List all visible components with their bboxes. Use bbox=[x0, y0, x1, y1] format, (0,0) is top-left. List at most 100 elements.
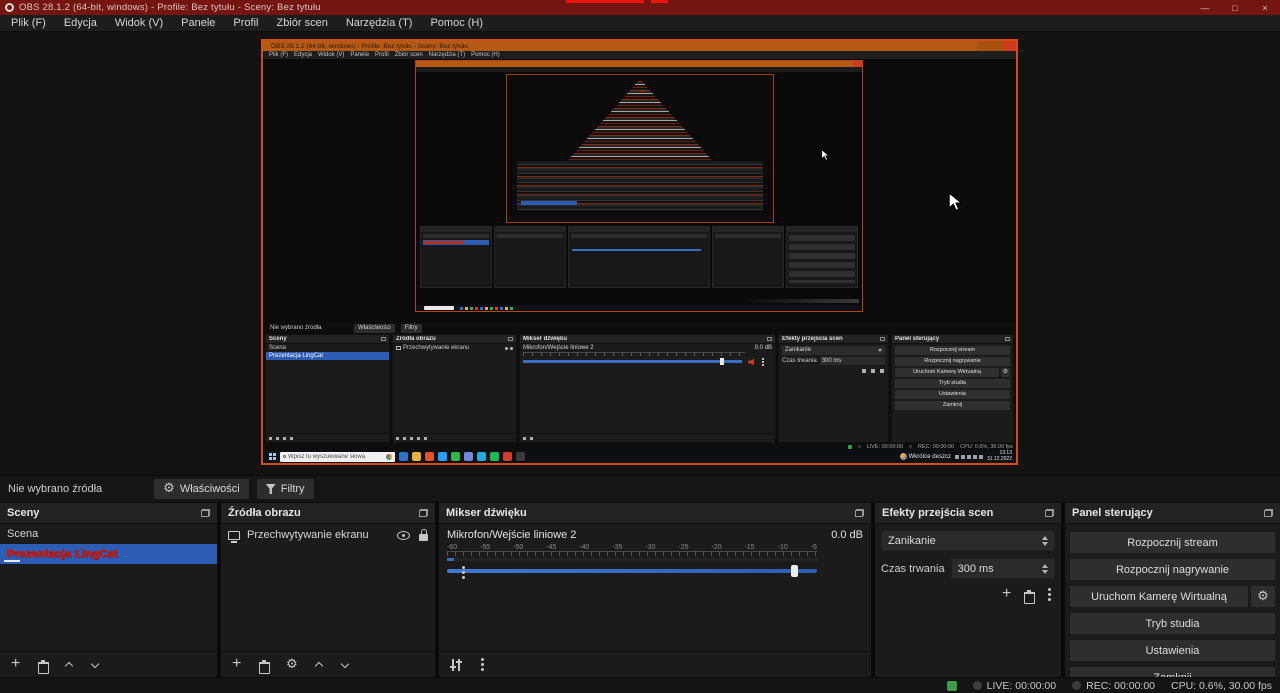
add-scene-button[interactable] bbox=[10, 655, 21, 673]
move-source-down-button[interactable] bbox=[341, 660, 350, 670]
add-source-button[interactable] bbox=[231, 655, 242, 673]
source-item[interactable]: Przechwytywanie ekranu bbox=[221, 524, 435, 546]
recursion-vortex bbox=[567, 79, 713, 161]
sources-dock: Źródła obrazu Przechwytywanie ekranu bbox=[221, 503, 435, 677]
advanced-audio-icon[interactable] bbox=[449, 658, 462, 671]
preview-canvas[interactable]: OBS 28.1.2 (64-bit, windows) - Profile: … bbox=[0, 32, 1280, 475]
captured-scene-item: Scena bbox=[269, 345, 287, 351]
scene-item[interactable]: Scena bbox=[0, 524, 217, 544]
captured-window-title: OBS 28.1.2 (64-bit, windows) - Profile: … bbox=[271, 42, 468, 50]
spinner-down-icon[interactable] bbox=[1042, 569, 1048, 574]
recursive-capture-level-3 bbox=[415, 60, 863, 312]
exit-button[interactable]: Zamknij bbox=[1070, 667, 1275, 677]
sources-dock-header[interactable]: Źródła obrazu bbox=[221, 503, 435, 524]
menu-profil[interactable]: Profil bbox=[224, 15, 267, 32]
captured-virtual-camera-button: Uruchom Kamerę Wirtualną bbox=[895, 368, 999, 377]
captured-rec-label: REC: 00:00:00 bbox=[918, 443, 955, 450]
titlebar-red-artifact bbox=[651, 0, 668, 3]
properties-button[interactable]: Właściwości bbox=[154, 479, 249, 499]
controls-dock-header[interactable]: Panel sterujący bbox=[1065, 503, 1280, 524]
lock-icon[interactable] bbox=[419, 529, 428, 541]
popout-icon bbox=[880, 337, 885, 341]
scenes-dock-title: Sceny bbox=[7, 507, 40, 519]
remove-scene-button[interactable] bbox=[38, 659, 49, 674]
transitions-dock-header[interactable]: Efekty przejścia scen bbox=[875, 503, 1061, 524]
scene-item-selected[interactable]: Prezentacja LingCat bbox=[0, 544, 217, 564]
popout-icon[interactable] bbox=[855, 509, 864, 517]
volume-slider[interactable] bbox=[447, 565, 817, 577]
gear-icon bbox=[1257, 591, 1269, 603]
captured-menu-item: Edycja bbox=[294, 52, 313, 58]
captured-properties-button: Właściwości bbox=[354, 323, 395, 333]
rec-label: REC: 00:00:00 bbox=[1086, 679, 1156, 692]
popout-icon[interactable] bbox=[1045, 509, 1054, 517]
filters-button[interactable]: Filtry bbox=[256, 479, 314, 499]
mixer-menu-icon[interactable] bbox=[481, 663, 484, 666]
captured-volume-slider bbox=[523, 358, 742, 365]
taskbar-app-icon bbox=[438, 452, 447, 461]
captured-dock-toolbar bbox=[520, 433, 775, 442]
popout-icon bbox=[508, 337, 513, 341]
studio-mode-button[interactable]: Tryb studia bbox=[1070, 613, 1275, 634]
titlebar-red-artifact bbox=[566, 0, 644, 3]
remove-transition-button[interactable] bbox=[1024, 589, 1035, 604]
spinner-up-icon[interactable] bbox=[1042, 563, 1048, 568]
search-icon bbox=[283, 455, 286, 458]
virtual-camera-button[interactable]: Uruchom Kamerę Wirtualną bbox=[1070, 586, 1248, 607]
source-toolbar: Nie wybrano źródła Właściwości Filtry bbox=[0, 475, 1280, 502]
menu-narzedzia[interactable]: Narzędzia (T) bbox=[337, 15, 422, 32]
spinner-up-icon[interactable] bbox=[1042, 535, 1048, 540]
screen-capture-source[interactable]: OBS 28.1.2 (64-bit, windows) - Profile: … bbox=[261, 39, 1018, 465]
window-controls: — □ × bbox=[1190, 0, 1280, 15]
spinner-down-icon[interactable] bbox=[1042, 541, 1048, 546]
taskbar-search-box: Wpisz tu wyszukiwane słowa bbox=[280, 451, 395, 462]
source-properties-button[interactable] bbox=[286, 659, 298, 671]
start-recording-button[interactable]: Rozpocznij nagrywanie bbox=[1070, 559, 1275, 580]
duration-value: 300 ms bbox=[957, 562, 994, 575]
visibility-eye-icon[interactable] bbox=[397, 530, 410, 540]
menu-panele[interactable]: Panele bbox=[172, 15, 224, 32]
popout-icon[interactable] bbox=[1264, 509, 1273, 517]
captured-duration-value: 300 ms bbox=[819, 357, 885, 365]
volume-slider-handle[interactable] bbox=[791, 565, 799, 577]
duration-input[interactable]: 300 ms bbox=[950, 558, 1055, 579]
maximize-button[interactable]: □ bbox=[1220, 0, 1250, 15]
menu-pomoc[interactable]: Pomoc (H) bbox=[421, 15, 492, 32]
captured-live-dot bbox=[857, 445, 861, 448]
move-scene-down-button[interactable] bbox=[91, 660, 100, 670]
recursive-mixer-dock bbox=[568, 226, 710, 288]
virtual-camera-settings-button[interactable] bbox=[1251, 586, 1275, 607]
close-button[interactable]: × bbox=[1250, 0, 1280, 15]
recursive-control-buttons bbox=[789, 235, 855, 283]
captured-settings-button: Ustawienia bbox=[895, 390, 1010, 399]
window-title: OBS 28.1.2 (64-bit, windows) - Profile: … bbox=[19, 2, 321, 13]
stream-health-icon bbox=[946, 680, 957, 691]
captured-volume-scale bbox=[523, 352, 745, 356]
taskbar-app-icon bbox=[516, 452, 525, 461]
audio-channel-level: 0.0 dB bbox=[831, 529, 863, 541]
start-streaming-button[interactable]: Rozpocznij stream bbox=[1070, 532, 1275, 553]
captured-transition-buttons bbox=[783, 369, 884, 373]
transition-menu-icon[interactable] bbox=[1048, 593, 1051, 596]
minimize-button[interactable]: — bbox=[1190, 0, 1220, 15]
audio-mixer-dock: Mikser dźwięku Mikrofon/Wejście liniowe … bbox=[439, 503, 871, 677]
menu-widok[interactable]: Widok (V) bbox=[106, 15, 172, 32]
clock-date: 31.12.2022 bbox=[986, 455, 1012, 462]
move-source-up-button[interactable] bbox=[315, 660, 324, 670]
transition-select[interactable]: Zanikanie bbox=[881, 530, 1055, 551]
popout-icon[interactable] bbox=[201, 509, 210, 517]
captured-titlebar: OBS 28.1.2 (64-bit, windows) - Profile: … bbox=[263, 41, 1016, 51]
remove-source-button[interactable] bbox=[259, 659, 270, 674]
popout-icon[interactable] bbox=[419, 509, 428, 517]
mixer-dock-header[interactable]: Mikser dźwięku bbox=[439, 503, 871, 524]
scenes-dock-header[interactable]: Sceny bbox=[0, 503, 217, 524]
menu-edycja[interactable]: Edycja bbox=[55, 15, 106, 32]
captured-minimize-icon bbox=[977, 41, 990, 51]
menu-plik[interactable]: Plik (F) bbox=[2, 15, 55, 32]
settings-button[interactable]: Ustawienia bbox=[1070, 640, 1275, 661]
add-transition-button[interactable] bbox=[1001, 585, 1012, 603]
menu-zbior-scen[interactable]: Zbiór scen bbox=[267, 15, 336, 32]
move-scene-up-button[interactable] bbox=[65, 660, 74, 670]
recursion-window-stack bbox=[517, 161, 763, 211]
live-status: LIVE: 00:00:00 bbox=[972, 680, 1056, 692]
